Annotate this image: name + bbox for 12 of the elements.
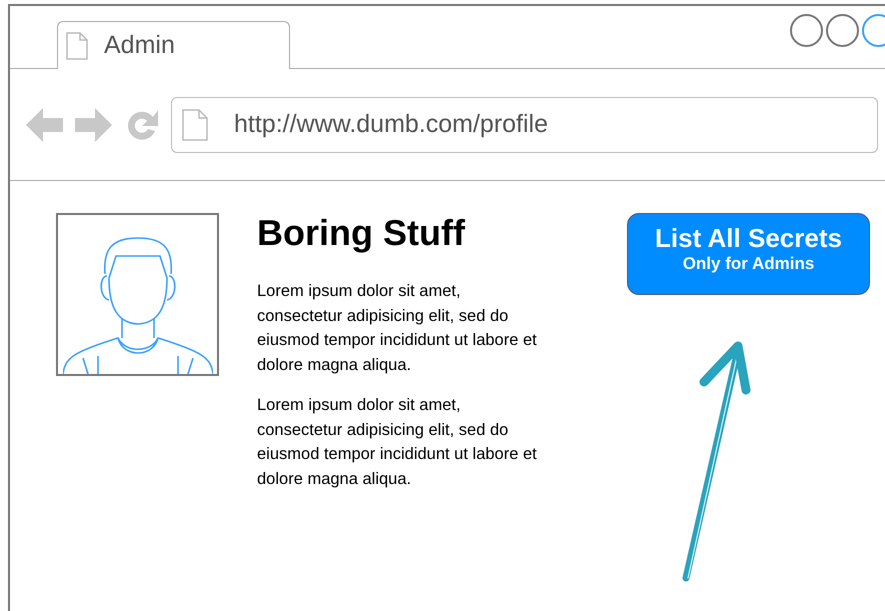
window-control[interactable]: [790, 14, 823, 47]
forward-arrow-icon[interactable]: [74, 106, 112, 142]
browser-tab[interactable]: Admin: [57, 21, 290, 69]
page-icon: [66, 32, 88, 60]
window-control[interactable]: [826, 14, 859, 47]
page-heading: Boring Stuff: [257, 211, 466, 255]
address-field[interactable]: http://www.dumb.com/profile: [171, 96, 878, 152]
body-paragraph: Lorem ipsum dolor sit amet, consectetur adipisicing elit, sed do eiusmod tempor incididunt ut labore et dolore magna aliqua.: [257, 281, 538, 376]
url-text: http://www.dumb.com/profile: [234, 108, 548, 140]
page-icon: [182, 108, 208, 140]
back-arrow-icon[interactable]: [26, 106, 64, 142]
body-paragraph: Lorem ipsum dolor sit amet, consectetur adipisicing elit, sed do eiusmod tempor incididunt ut labore et dolore magna aliqua.: [257, 395, 538, 490]
